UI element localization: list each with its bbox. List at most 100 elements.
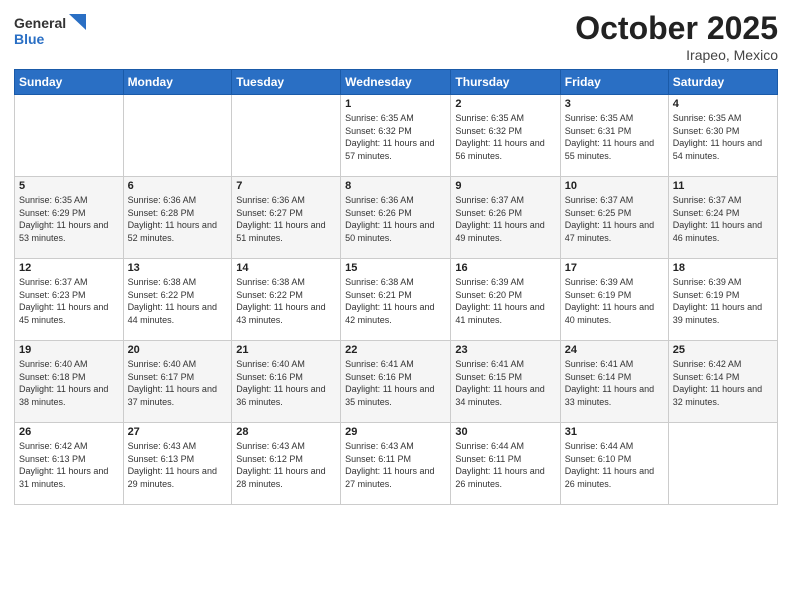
day-number: 5 [19,180,119,192]
sunrise-text: Sunrise: 6:35 AM [565,112,664,125]
week-row-1: 1Sunrise: 6:35 AMSunset: 6:32 PMDaylight… [15,95,778,177]
sunrise-text: Sunrise: 6:40 AM [19,358,119,371]
day-cell-3: 1Sunrise: 6:35 AMSunset: 6:32 PMDaylight… [341,95,451,177]
day-info: Sunrise: 6:36 AMSunset: 6:26 PMDaylight:… [345,194,446,244]
day-cell-26: 24Sunrise: 6:41 AMSunset: 6:14 PMDayligh… [560,341,668,423]
sunrise-text: Sunrise: 6:37 AM [19,276,119,289]
col-tuesday: Tuesday [232,70,341,95]
day-info: Sunrise: 6:42 AMSunset: 6:13 PMDaylight:… [19,440,119,490]
sunset-text: Sunset: 6:30 PM [673,125,773,138]
day-cell-28: 26Sunrise: 6:42 AMSunset: 6:13 PMDayligh… [15,423,124,505]
week-row-3: 12 Sunrise: 6:37 AMSunset: 6:23 PMDayligh… [15,259,778,341]
day-cell-12: 10Sunrise: 6:37 AMSunset: 6:25 PMDayligh… [560,177,668,259]
sunrise-text: Sunrise: 6:38 AM [128,276,228,289]
daylight-text: Daylight: 11 hours and 26 minutes. [455,465,555,490]
day-number: 13 [128,262,228,274]
day-info: Sunrise: 6:37 AMSunset: 6:25 PMDaylight:… [565,194,664,244]
sunrise-text: Sunrise: 6:36 AM [345,194,446,207]
sunrise-text: Sunrise: 6:37 AM [455,194,555,207]
daylight-text: Daylight: 11 hours and 56 minutes. [455,137,555,162]
sunset-text: Sunset: 6:19 PM [565,289,664,302]
day-number: 7 [236,180,336,192]
day-info: Sunrise: 6:44 AMSunset: 6:10 PMDaylight:… [565,440,664,490]
day-cell-14: 12 Sunrise: 6:37 AMSunset: 6:23 PMDayligh… [15,259,124,341]
day-cell-4: 2Sunrise: 6:35 AMSunset: 6:32 PMDaylight… [451,95,560,177]
daylight-text: Daylight: 11 hours and 37 minutes. [128,383,228,408]
day-info: Sunrise: 6:35 AMSunset: 6:32 PMDaylight:… [455,112,555,162]
sunset-text: Sunset: 6:12 PM [236,453,336,466]
col-monday: Monday [123,70,232,95]
sunset-text: Sunset: 6:21 PM [345,289,446,302]
day-number: 15 [345,262,446,274]
day-info: Sunrise: 6:41 AMSunset: 6:15 PMDaylight:… [455,358,555,408]
sunset-text: Sunset: 6:20 PM [455,289,555,302]
daylight-text: Daylight: 11 hours and 35 minutes. [345,383,446,408]
sunset-text: Sunset: 6:26 PM [455,207,555,220]
day-number: 21 [236,344,336,356]
day-info: Sunrise: 6:35 AMSunset: 6:29 PMDaylight:… [19,194,119,244]
svg-text:Blue: Blue [14,31,45,47]
title-area: October 2025 Irapeo, Mexico [575,10,778,63]
daylight-text: Daylight: 11 hours and 34 minutes. [455,383,555,408]
sunrise-text: Sunrise: 6:38 AM [345,276,446,289]
day-info: Sunrise: 6:36 AMSunset: 6:28 PMDaylight:… [128,194,228,244]
day-cell-22: 20Sunrise: 6:40 AMSunset: 6:17 PMDayligh… [123,341,232,423]
sunset-text: Sunset: 6:25 PM [565,207,664,220]
sunset-text: Sunset: 6:26 PM [345,207,446,220]
day-info: Sunrise: 6:40 AMSunset: 6:16 PMDaylight:… [236,358,336,408]
daylight-text: Daylight: 11 hours and 38 minutes. [19,383,119,408]
day-number: 22 [345,344,446,356]
sunset-text: Sunset: 6:16 PM [345,371,446,384]
day-cell-34 [668,423,777,505]
day-info: Sunrise: 6:36 AMSunset: 6:27 PMDaylight:… [236,194,336,244]
daylight-text: Daylight: 11 hours and 45 minutes. [19,301,119,326]
sunrise-text: Sunrise: 6:36 AM [236,194,336,207]
sunset-text: Sunset: 6:14 PM [565,371,664,384]
day-cell-16: 14Sunrise: 6:38 AMSunset: 6:22 PMDayligh… [232,259,341,341]
day-number: 3 [565,98,664,110]
day-cell-25: 23Sunrise: 6:41 AMSunset: 6:15 PMDayligh… [451,341,560,423]
logo: General Blue [14,10,94,59]
sunrise-text: Sunrise: 6:43 AM [236,440,336,453]
week-row-5: 26Sunrise: 6:42 AMSunset: 6:13 PMDayligh… [15,423,778,505]
daylight-text: Daylight: 11 hours and 36 minutes. [236,383,336,408]
sunrise-text: Sunrise: 6:40 AM [236,358,336,371]
sunset-text: Sunset: 6:15 PM [455,371,555,384]
sunset-text: Sunset: 6:29 PM [19,207,119,220]
sunset-text: Sunset: 6:16 PM [236,371,336,384]
sunset-text: Sunset: 6:32 PM [345,125,446,138]
daylight-text: Daylight: 11 hours and 55 minutes. [565,137,664,162]
sunrise-text: Sunrise: 6:39 AM [673,276,773,289]
day-cell-7: 5 Sunrise: 6:35 AMSunset: 6:29 PMDaylight… [15,177,124,259]
sunset-text: Sunset: 6:11 PM [455,453,555,466]
day-number: 28 [236,426,336,438]
day-cell-30: 28Sunrise: 6:43 AMSunset: 6:12 PMDayligh… [232,423,341,505]
col-sunday: Sunday [15,70,124,95]
daylight-text: Daylight: 11 hours and 33 minutes. [565,383,664,408]
sunrise-text: Sunrise: 6:35 AM [673,112,773,125]
sunset-text: Sunset: 6:28 PM [128,207,228,220]
daylight-text: Daylight: 11 hours and 46 minutes. [673,219,773,244]
day-cell-21: 19Sunrise: 6:40 AMSunset: 6:18 PMDayligh… [15,341,124,423]
day-info: Sunrise: 6:37 AMSunset: 6:26 PMDaylight:… [455,194,555,244]
sunset-text: Sunset: 6:13 PM [19,453,119,466]
day-number: 6 [128,180,228,192]
day-cell-19: 17Sunrise: 6:39 AMSunset: 6:19 PMDayligh… [560,259,668,341]
day-cell-20: 18Sunrise: 6:39 AMSunset: 6:19 PMDayligh… [668,259,777,341]
day-info: Sunrise: 6:37 AMSunset: 6:23 PMDaylight:… [19,276,119,326]
day-info: Sunrise: 6:39 AMSunset: 6:19 PMDaylight:… [565,276,664,326]
day-info: Sunrise: 6:41 AMSunset: 6:14 PMDaylight:… [565,358,664,408]
day-number: 4 [673,98,773,110]
daylight-text: Daylight: 11 hours and 42 minutes. [345,301,446,326]
day-info: Sunrise: 6:42 AMSunset: 6:14 PMDaylight:… [673,358,773,408]
daylight-text: Daylight: 11 hours and 26 minutes. [565,465,664,490]
sunset-text: Sunset: 6:18 PM [19,371,119,384]
sunrise-text: Sunrise: 6:41 AM [345,358,446,371]
day-cell-15: 13Sunrise: 6:38 AMSunset: 6:22 PMDayligh… [123,259,232,341]
day-number: 12 [19,262,119,274]
day-number: 14 [236,262,336,274]
day-number: 8 [345,180,446,192]
week-row-4: 19Sunrise: 6:40 AMSunset: 6:18 PMDayligh… [15,341,778,423]
day-number: 9 [455,180,555,192]
day-number: 20 [128,344,228,356]
